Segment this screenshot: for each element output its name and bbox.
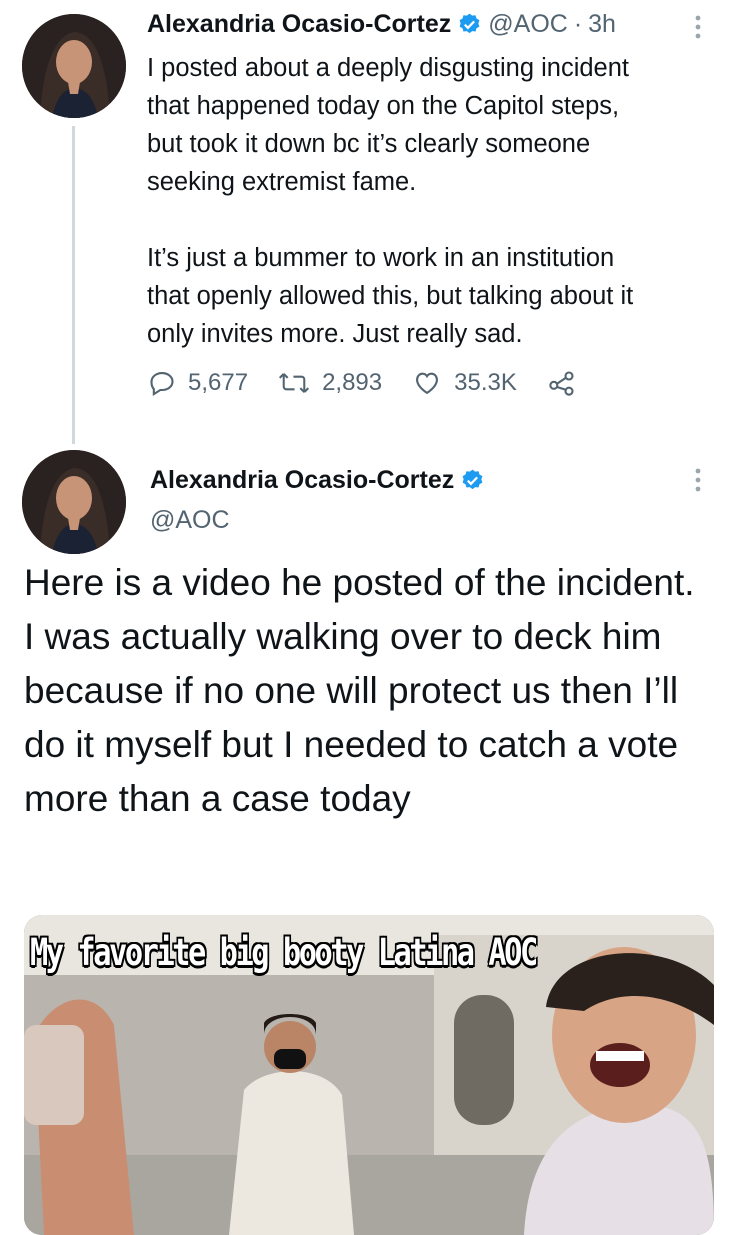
share-button[interactable] [547,369,589,397]
author-handle[interactable]: @AOC [150,506,230,535]
heart-icon [416,372,439,395]
verified-badge-icon [462,469,483,490]
reply-button[interactable]: 5,677 [148,369,248,397]
more-vertical-icon[interactable] [693,467,703,498]
avatar[interactable] [22,14,126,118]
tweet-header: Alexandria Ocasio-Cortez @AOC · 3h [147,10,616,39]
action-bar: 5,677 2,893 35.3K [148,369,619,397]
thread-connector-line [72,126,75,444]
retweet-count: 2,893 [322,369,383,396]
verified-badge-icon [459,13,480,34]
reply-icon [150,372,174,396]
avatar[interactable] [22,450,126,554]
retweet-button[interactable]: 2,893 [278,369,382,397]
separator-dot: · [573,10,583,38]
author-handle[interactable]: @AOC [488,10,568,39]
video-caption: My favorite big booty Latina AOC [30,931,538,974]
reply-count: 5,677 [188,369,249,396]
share-icon [549,371,574,396]
like-button[interactable]: 35.3K [412,369,517,397]
video-player[interactable]: My favorite big booty Latina AOC [24,915,714,1235]
tweet-text: Here is a video he posted of the inciden… [24,562,695,819]
tweet-header: Alexandria Ocasio-Cortez [150,466,491,495]
more-vertical-icon[interactable] [693,14,703,45]
timestamp[interactable]: 3h [588,10,616,39]
author-name[interactable]: Alexandria Ocasio-Cortez [150,466,454,495]
like-count: 35.3K [454,369,517,396]
author-name[interactable]: Alexandria Ocasio-Cortez [147,10,451,39]
tweet-text: I posted about a deeply disgusting incid… [147,54,634,348]
retweet-icon [279,373,310,393]
